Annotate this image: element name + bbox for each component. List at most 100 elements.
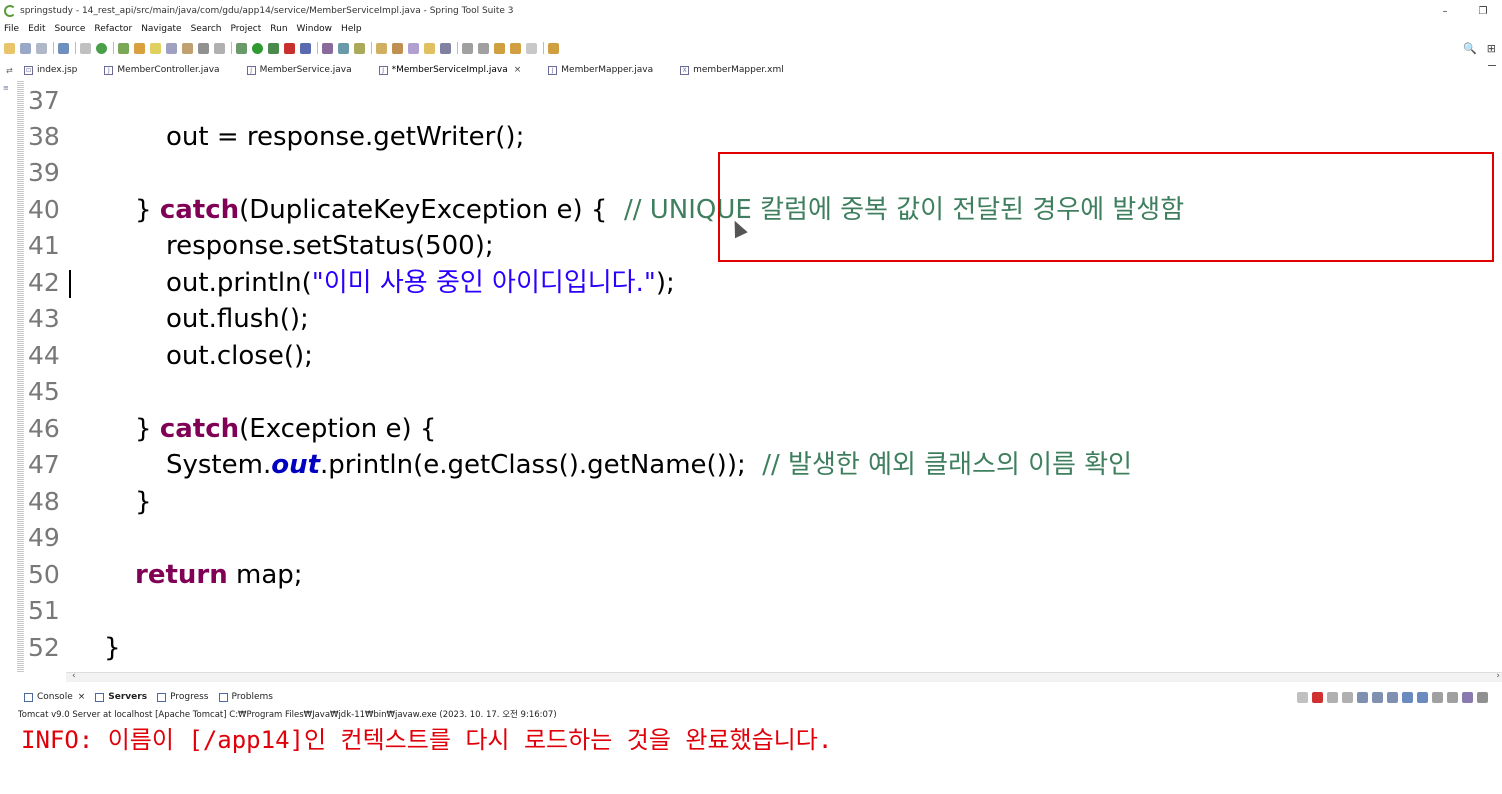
- tab-member-mapper-xml[interactable]: X memberMapper.xml: [680, 65, 784, 75]
- line-number: 50: [28, 560, 60, 589]
- restore-button[interactable]: ❐: [1464, 0, 1502, 22]
- terminal-icon[interactable]: [58, 42, 69, 54]
- word-wrap-icon[interactable]: [1387, 691, 1398, 703]
- code-keyword: catch: [159, 414, 240, 444]
- settings-icon[interactable]: [1477, 691, 1488, 703]
- new-icon[interactable]: [4, 42, 15, 54]
- menu-run[interactable]: Run: [270, 24, 287, 34]
- toolbar-separator: [543, 42, 544, 54]
- minimize-button[interactable]: –: [1426, 0, 1464, 22]
- debug-icon[interactable]: [236, 42, 247, 54]
- close-icon[interactable]: ×: [514, 65, 522, 75]
- server-icon[interactable]: [300, 42, 311, 54]
- terminate-icon[interactable]: [1312, 691, 1323, 703]
- open-folder-icon[interactable]: [376, 42, 387, 54]
- tab-member-service[interactable]: J MemberService.java: [246, 65, 352, 75]
- new-console-icon[interactable]: [1462, 691, 1473, 703]
- editor-toggle-icon[interactable]: ⇄: [6, 66, 24, 75]
- show-on-stdout-icon[interactable]: [1402, 691, 1413, 703]
- console-output-line: INFO: 이름이 [/app14]인 컨텍스트를 다시 로드하는 것을 완료했…: [21, 726, 833, 754]
- minimize-editor-icon[interactable]: [1488, 65, 1496, 66]
- menu-file[interactable]: File: [4, 24, 19, 34]
- code-brace: }: [135, 414, 160, 444]
- menu-source[interactable]: Source: [55, 24, 86, 34]
- line-number: 51: [28, 596, 60, 625]
- remove-launch-icon[interactable]: [1327, 691, 1338, 703]
- new-java-project-icon[interactable]: [134, 42, 145, 54]
- previous-annotation-icon[interactable]: [478, 42, 489, 54]
- scroll-lock-icon[interactable]: [1372, 691, 1383, 703]
- scroll-left-icon[interactable]: ‹: [72, 671, 76, 681]
- tab-index-jsp[interactable]: ⊡ index.jsp: [24, 65, 77, 75]
- save-all-icon[interactable]: [36, 42, 47, 54]
- close-icon[interactable]: ×: [78, 692, 86, 702]
- globe-icon[interactable]: [440, 42, 451, 54]
- pin-console-icon[interactable]: [1297, 691, 1308, 703]
- new-class-icon[interactable]: [354, 42, 365, 54]
- tab-problems[interactable]: Problems: [218, 692, 273, 702]
- scroll-right-icon[interactable]: ›: [1496, 671, 1500, 681]
- console-process-path: Tomcat v9.0 Server at localhost [Apache …: [18, 710, 557, 720]
- next-annotation-icon[interactable]: [462, 42, 473, 54]
- last-edit-icon[interactable]: [494, 42, 505, 54]
- display-console-icon[interactable]: [1432, 691, 1443, 703]
- external-tools-icon[interactable]: [284, 42, 295, 54]
- open-task-icon[interactable]: [182, 42, 193, 54]
- tab-member-controller[interactable]: J MemberController.java: [104, 65, 220, 75]
- code-text: (Exception e) {: [239, 414, 437, 444]
- back-icon[interactable]: [510, 42, 521, 54]
- pen-icon[interactable]: [408, 42, 419, 54]
- menu-window[interactable]: Window: [297, 24, 333, 34]
- console-icon: [24, 692, 33, 702]
- menu-project[interactable]: Project: [230, 24, 261, 34]
- skip-breakpoints-icon[interactable]: [80, 42, 91, 54]
- folder-icon[interactable]: [424, 42, 435, 54]
- tab-console[interactable]: Console ×: [24, 692, 85, 702]
- main-toolbar: 🔍 ⊞: [0, 38, 1502, 58]
- pin-editor-icon[interactable]: [548, 42, 559, 54]
- show-whitespace-icon[interactable]: [214, 42, 225, 54]
- code-line: 51: [24, 593, 1500, 629]
- tab-label: Console: [37, 692, 73, 702]
- menu-refactor[interactable]: Refactor: [94, 24, 132, 34]
- menu-edit[interactable]: Edit: [28, 24, 45, 34]
- perspective-icon[interactable]: ⊞: [1487, 42, 1496, 55]
- menu-navigate[interactable]: Navigate: [141, 24, 181, 34]
- menu-help[interactable]: Help: [341, 24, 362, 34]
- open-type-icon[interactable]: [166, 42, 177, 54]
- code-line: 45: [24, 374, 1500, 410]
- horizontal-scrollbar[interactable]: ‹ ›: [66, 671, 1502, 682]
- search-toolbar-icon[interactable]: [198, 42, 209, 54]
- console-tab-bar: Console × Servers Progress Problems: [0, 689, 1502, 705]
- tab-member-service-impl[interactable]: J *MemberServiceImpl.java ×: [378, 65, 522, 75]
- highlight-icon[interactable]: [150, 42, 161, 54]
- tab-member-mapper-java[interactable]: J MemberMapper.java: [548, 65, 653, 75]
- show-on-stderr-icon[interactable]: [1417, 691, 1428, 703]
- forward-icon[interactable]: [526, 42, 537, 54]
- tab-servers[interactable]: Servers: [95, 692, 147, 702]
- java-file-icon: J: [104, 65, 114, 75]
- spring-icon[interactable]: [118, 42, 129, 54]
- boot-dashboard-icon[interactable]: [96, 42, 107, 54]
- open-console-icon[interactable]: [1447, 691, 1458, 703]
- tab-label: index.jsp: [37, 65, 78, 75]
- java-ee-icon[interactable]: [322, 42, 333, 54]
- window-controls: – ❐: [1426, 0, 1502, 22]
- code-text: );: [655, 268, 675, 298]
- vertical-ruler: ≡: [0, 80, 14, 672]
- tab-label: Problems: [231, 692, 273, 702]
- remove-all-icon[interactable]: [1342, 691, 1353, 703]
- line-number: 38: [28, 122, 60, 151]
- tab-progress[interactable]: Progress: [157, 692, 209, 702]
- menu-search[interactable]: Search: [191, 24, 222, 34]
- run-icon[interactable]: [252, 42, 263, 54]
- save-icon[interactable]: [20, 42, 31, 54]
- outline-marker-icon: ≡: [3, 84, 9, 92]
- run-last-tool-icon[interactable]: [268, 42, 279, 54]
- clear-console-icon[interactable]: [1357, 691, 1368, 703]
- tab-label: MemberService.java: [259, 65, 352, 75]
- search-icon[interactable]: 🔍: [1463, 42, 1477, 55]
- open-project-icon[interactable]: [392, 42, 403, 54]
- code-line: 43 out.flush();: [24, 301, 1500, 337]
- jpa-icon[interactable]: [338, 42, 349, 54]
